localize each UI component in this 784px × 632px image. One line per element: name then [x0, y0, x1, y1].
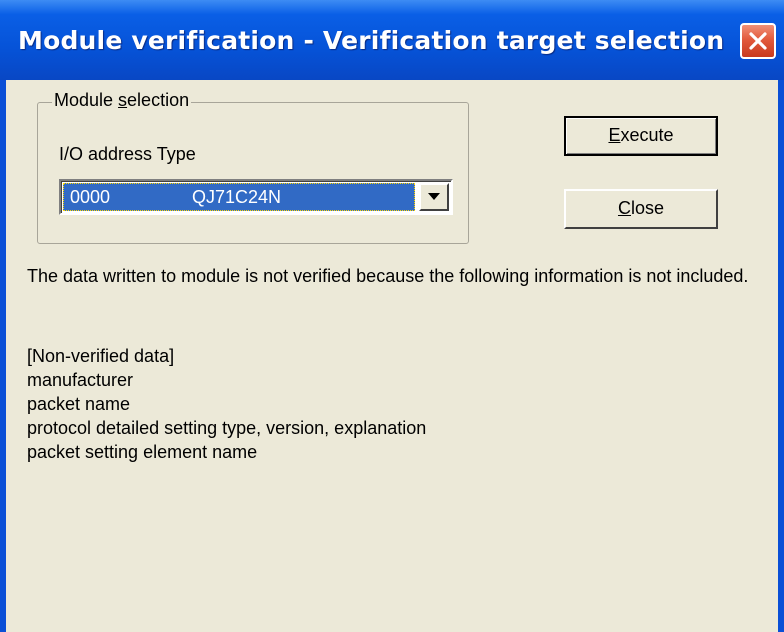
module-select-dropdown[interactable]: 0000 QJ71C24N — [59, 179, 453, 215]
column-header-io-address-type: I/O address Type — [59, 144, 196, 164]
dialog-window: Module verification - Verification targe… — [0, 0, 784, 632]
dropdown-arrow-button[interactable] — [419, 183, 449, 211]
dialog-body: Module selection I/O address Type 0000 Q… — [6, 80, 778, 632]
module-selection-group — [37, 102, 469, 244]
list-item: protocol detailed setting type, version,… — [27, 418, 427, 438]
close-x-icon — [749, 32, 767, 50]
close-window-button[interactable] — [740, 23, 776, 59]
list-item: manufacturer — [27, 370, 134, 390]
selected-io-address: 0000 — [70, 187, 111, 207]
close-button[interactable]: Close — [564, 189, 718, 229]
list-item: packet name — [27, 394, 131, 414]
selected-module-value[interactable]: 0000 QJ71C24N — [63, 183, 415, 211]
non-verified-heading: [Non-verified data] — [27, 346, 175, 366]
window-title: Module verification - Verification targe… — [18, 26, 725, 55]
module-selection-legend: Module selection — [52, 90, 192, 111]
non-verified-data-list: [Non-verified data] manufacturer packet … — [27, 344, 426, 464]
info-message: The data written to module is not verifi… — [27, 266, 749, 286]
chevron-down-icon — [428, 193, 440, 200]
title-bar[interactable]: Module verification - Verification targe… — [0, 0, 784, 80]
selected-module-type: QJ71C24N — [192, 187, 282, 207]
execute-button[interactable]: Execute — [564, 116, 718, 156]
list-item: packet setting element name — [27, 442, 258, 462]
